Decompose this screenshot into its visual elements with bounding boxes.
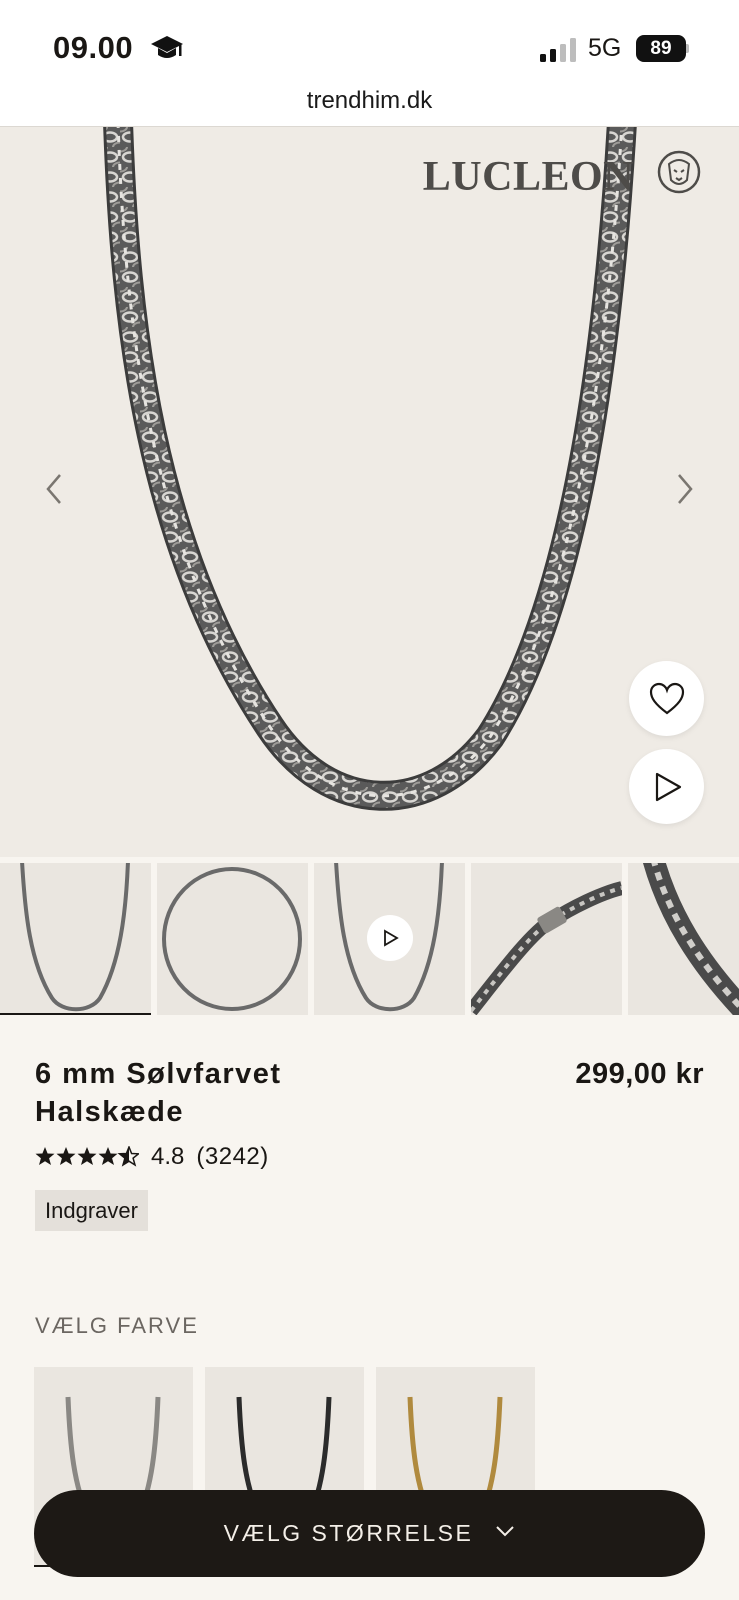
- thumbnail-strip[interactable]: [0, 863, 739, 1015]
- select-size-button[interactable]: VÆLG STØRRELSE: [34, 1490, 705, 1577]
- thumbnail-clasp-closeup[interactable]: [471, 863, 622, 1015]
- thumbnail-necklace-circle[interactable]: [157, 863, 308, 1015]
- lion-head-icon: [657, 150, 701, 199]
- network-label: 5G: [588, 34, 622, 62]
- status-time: 09.00: [53, 30, 134, 65]
- status-bar: 09.00 5G 89: [0, 0, 739, 86]
- play-video-button[interactable]: [629, 749, 704, 824]
- product-price: 299,00 kr: [575, 1058, 704, 1090]
- signal-icon: [540, 38, 578, 67]
- wishlist-button[interactable]: [629, 661, 704, 736]
- thumbnail-links-closeup[interactable]: [628, 863, 739, 1015]
- address-bar[interactable]: trendhim.dk: [0, 86, 739, 127]
- url-text[interactable]: trendhim.dk: [307, 87, 432, 114]
- engrave-tag[interactable]: Indgraver: [35, 1190, 148, 1231]
- battery-icon: 89: [636, 35, 689, 62]
- graduation-cap-icon: [150, 34, 184, 69]
- necklace-image: [103, 127, 637, 811]
- play-icon: [655, 772, 681, 801]
- chevron-down-icon: [495, 1524, 515, 1543]
- color-section-label: VÆLG FARVE: [35, 1313, 199, 1338]
- thumbnail-necklace-video[interactable]: [314, 863, 465, 1015]
- chevron-left-icon[interactable]: [38, 469, 68, 509]
- rating-count[interactable]: (3242): [196, 1143, 268, 1171]
- play-icon: [367, 915, 413, 961]
- product-image-carousel[interactable]: LUCLEON: [0, 127, 739, 857]
- brand-logo: LUCLEON: [422, 154, 634, 200]
- product-title: 6 mm Sølvfarvet Halskæde: [35, 1058, 282, 1128]
- chevron-right-icon[interactable]: [671, 469, 701, 509]
- rating-summary[interactable]: 4.8 (3242): [35, 1143, 269, 1171]
- rating-value: 4.8: [151, 1143, 185, 1170]
- star-rating: [35, 1146, 139, 1168]
- thumbnail-necklace-front[interactable]: [0, 863, 151, 1015]
- battery-level: 89: [636, 35, 686, 62]
- select-size-label: VÆLG STØRRELSE: [223, 1520, 474, 1546]
- heart-icon: [649, 682, 684, 714]
